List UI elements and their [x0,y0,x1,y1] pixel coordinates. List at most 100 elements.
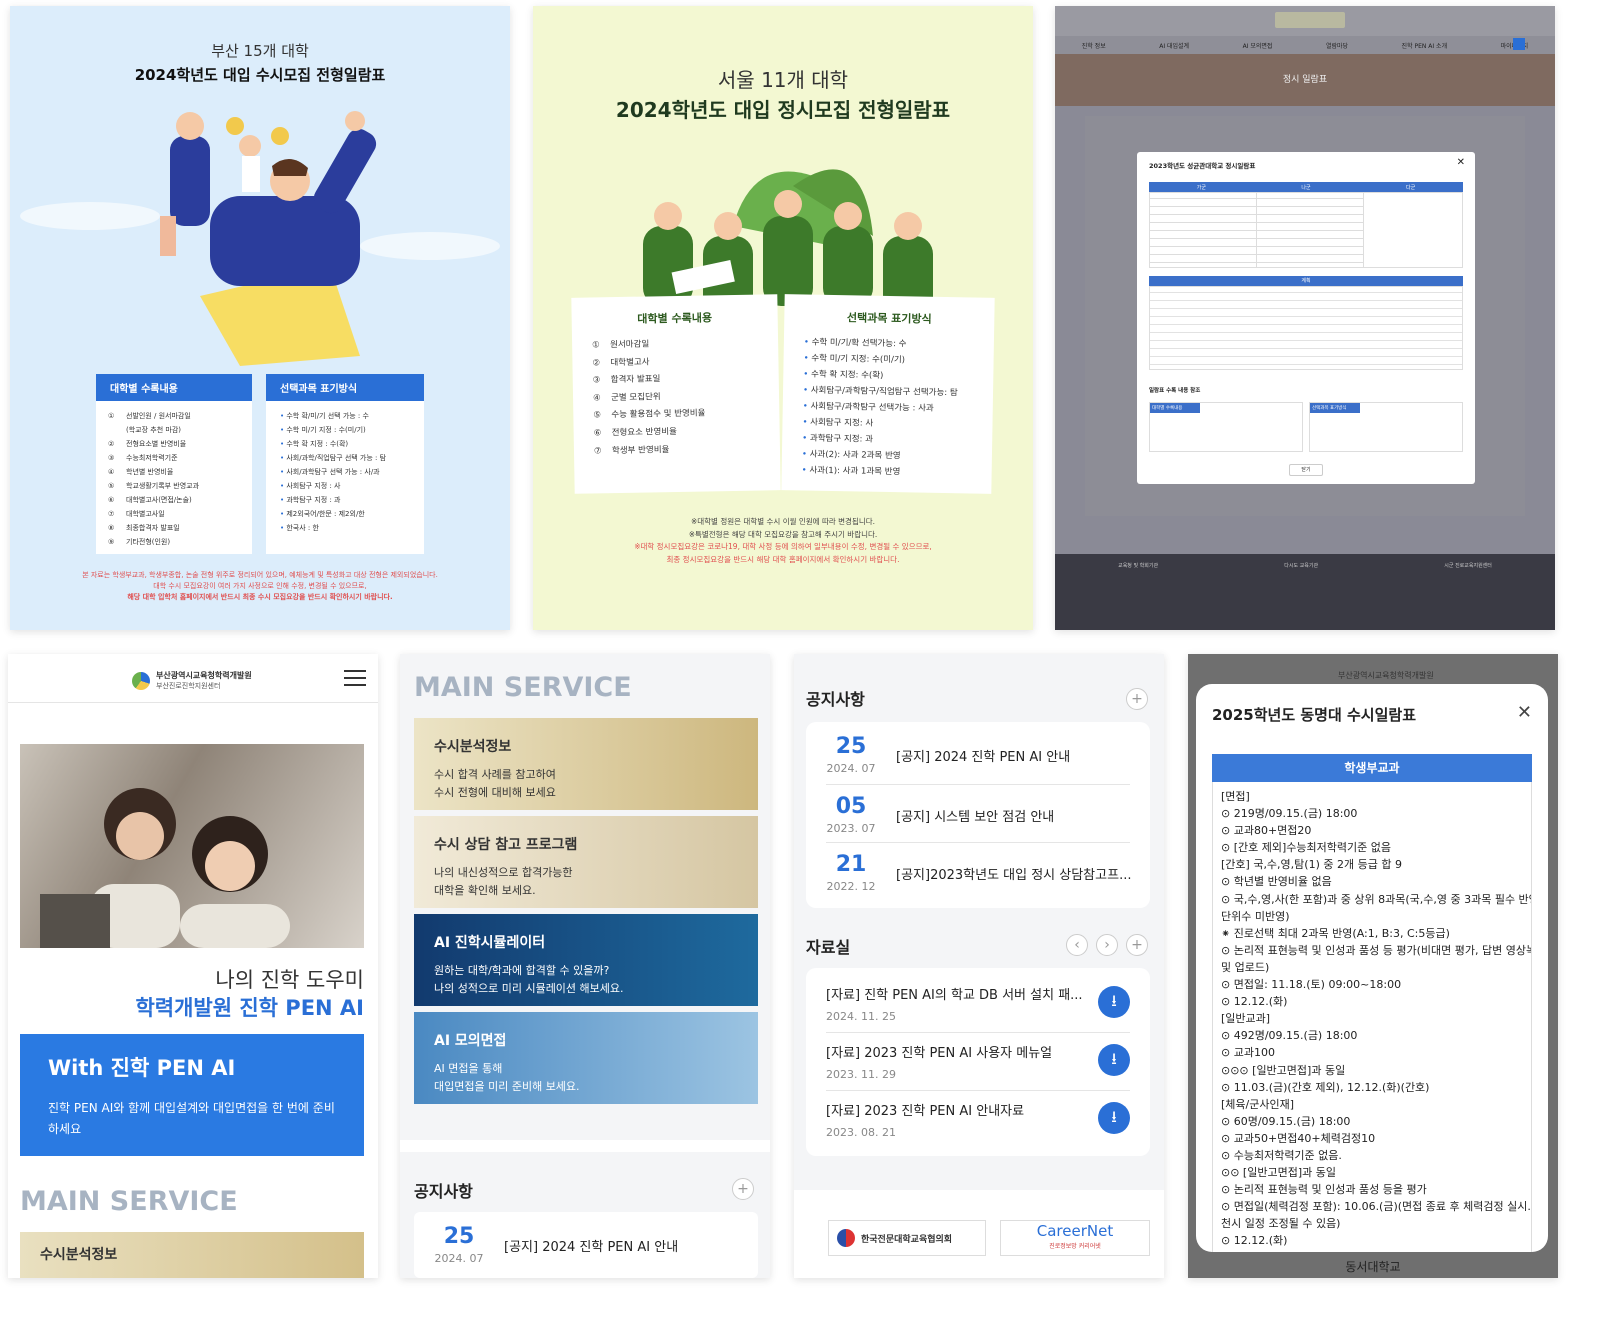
nav-item[interactable]: 진학 PEN AI 소개 [1402,41,1448,50]
popup-line: ⁕ 진로선택 최대 2과목 반영(A:1, B:3, C:5등급) [1221,926,1450,940]
popup-line: ⊙ 60명/09.15.(금) 18:00 [1221,1114,1351,1128]
notice-more-icon[interactable]: + [1126,688,1148,710]
prev-icon[interactable]: ‹ [1066,934,1088,956]
item-label: 학교생활기록부 반영교과 [126,482,200,490]
list-item: 제2외국어/한문 : 제2외/한 [280,507,410,521]
nav-item[interactable]: AI 대입설계 [1159,41,1189,50]
footer-link[interactable]: 다시도 교육기관 [1284,562,1318,569]
logo[interactable] [1275,12,1345,28]
popup-line: ⊙ 교과80+면접20 [1221,824,1312,838]
legend-head: 선택과목 표기방식 [1310,403,1360,413]
footer-link[interactable]: 교육청 및 학회기관 [1118,562,1158,569]
data-date: 2024. 11. 25 [826,1010,896,1023]
data-item[interactable]: [자료] 2023 진학 PEN AI 사용자 메뉴얼 2023. 11. 29… [806,1032,1150,1090]
menu-button[interactable] [1513,38,1525,50]
notice-day: 21 [835,852,867,877]
item-label: 기타전형(인원) [126,538,171,546]
notice-item[interactable]: 25 2024. 07 [공지] 2024 진학 PEN AI 안내 [806,726,1150,782]
service-card-ai-interview[interactable]: AI 모의면접 AI 면접을 통해 대입면접을 미리 준비해 보세요. [414,1012,758,1104]
notice-card: 25 2024. 07 [공지] 2024 진학 PEN AI 안내 05 20… [806,722,1150,908]
item-number: ① [108,412,115,420]
schedule-table [1149,192,1463,268]
download-icon[interactable]: ⭳ [1098,1044,1130,1076]
susi-popup: 2025학년도 동명대 수시일람표 ✕ 학생부교과 [면접] ⊙ 219명/09.… [1196,684,1548,1252]
legend-box-1: 대학별 수록내용 [1149,402,1303,452]
nav-item[interactable]: 열람마당 [1326,41,1348,50]
close-button[interactable]: 닫기 [1289,464,1323,476]
service-title: 수시분석정보 [40,1247,118,1263]
poster-title: 2024학년도 대입 정시모집 전형일람표 [615,98,951,122]
logo-subtext: 부산진로진학지원센터 [156,682,221,690]
kcce-logo-icon [837,1229,855,1247]
with-pen-ai-banner[interactable]: With 진학 PEN AI 진학 PEN AI와 함께 대입설계와 대입면접을… [20,1034,364,1156]
contents-list: ① 선발인원 / 원서마감일 (학교장 추천 마감) ② 전형요소별 반영비율 ③ 수능최저… [96,401,252,557]
notice-item[interactable]: 21 2022. 12 [공지]2023학년도 대입 정시 상담참고프... [806,844,1150,900]
data-title: [자료] 2023 진학 PEN AI 사용자 메뉴얼 [826,1046,1053,1061]
contents-list: ① 원서마감일 ② 대학별고사 ③ 합격자 발표일 ④ 군별 모집단위 ⑤ 수능 활용점수 및 반… [572,332,780,463]
popup-line: ⊙ 수능최저학력기준 없음. [1221,1148,1342,1162]
item-number: ④ [592,393,601,404]
list-item: ⑧ 최종합격자 발표일 [108,521,240,535]
list-item: ④ 학년별 반영비율 [108,465,240,479]
notice-month: 2024. 07 [826,762,876,775]
service-card-counsel-program[interactable]: 수시 상담 참고 프로그램 나의 내신성적으로 합격가능한 대학을 확인해 보세… [414,816,758,908]
data-item[interactable]: [자료] 진학 PEN AI의 학교 DB 서버 설치 패... 2024. 1… [806,974,1150,1032]
popup-line: ⊙ 학년별 반영비율 없음 [1221,875,1332,889]
note-line: 해당 대학 입학처 홈페이지에서 반드시 최종 수시 모집요강을 반드시 확인하… [127,593,393,601]
logo-behind: 부산광역시교육청학력개발원 [1338,671,1434,680]
data-item[interactable]: [자료] 2023 진학 PEN AI 안내자료 2023. 08. 21 ⭳ [806,1090,1150,1148]
nav-item[interactable]: 진학 정보 [1082,41,1106,50]
list-item: 사회/과학/직업탐구 선택 가능 : 탐 [280,451,410,465]
download-icon[interactable]: ⭳ [1098,1102,1130,1134]
group-header-row: 가군 나군 다군 [1149,182,1463,192]
data-more-icon[interactable]: + [1126,934,1148,956]
notice-more-icon[interactable]: + [732,1178,754,1200]
notice-title: [공지] 시스템 보안 점검 안내 [896,810,1055,825]
service-card-ai-simulator[interactable]: AI 진학시뮬레이터 원하는 대학/학과에 합격할 수 있을까? 나의 성적으로… [414,914,758,1006]
service-desc: 원하는 대학/학과에 합격할 수 있을까? [434,964,610,977]
legend-box-2: 선택과목 표기방식 [1309,402,1463,452]
service-desc: 나의 내신성적으로 합격가능한 [434,866,573,879]
list-item: ③ 수능최저학력기준 [108,451,240,465]
popup-line: [간호] 국,수,영,탐(1) 중 2개 등급 합 9 [1221,858,1402,872]
main-nav: 진학 정보AI 대입설계AI 모의면접열람마당진학 PEN AI 소개마이페이지 [1055,36,1555,54]
banner-title: With 진학 PEN AI [48,1056,236,1080]
close-icon[interactable]: ✕ [1457,157,1465,168]
popup-line: ⊙ 교과50+면접40+체력검정10 [1221,1131,1376,1145]
notice-day: 25 [443,1224,475,1249]
col-na [1257,193,1364,267]
service-list: 수시분석정보 수시 합격 사례를 참고하여 수시 전형에 대비해 보세요 수시 … [414,718,758,1108]
banner-desc: 진학 PEN AI와 함께 대입설계와 대입면접을 한 번에 준비하세요 [48,1101,335,1136]
item-label: 수능최저학력기준 [126,454,178,462]
footer-link[interactable]: 시군 진로교육지원센터 [1444,562,1492,569]
item-number: ⑥ [593,428,602,439]
notice-item[interactable]: 25 2024. 07 [공지] 2024 진학 PEN AI 안내 [414,1216,758,1272]
service-desc: 수시 전형에 대비해 보세요 [434,786,556,799]
notice-month: 2024. 07 [434,1252,484,1265]
box-heading: 선택과목 표기방식 [266,374,424,401]
partner-careernet[interactable]: CareerNet 진로정보망 커리어넷 [1000,1220,1150,1256]
menu-icon[interactable] [344,670,366,686]
list-item: 사과(1): 사과 1과목 반영 [802,463,972,482]
service-card-susi[interactable]: 수시분석정보 [20,1232,364,1278]
item-label: 학년별 반영비율 [126,468,174,476]
item-label: 학생부 반영비율 [611,444,670,456]
popup-line: ⊙ 12.12.(화) [1221,1234,1288,1248]
logo[interactable]: 부산광역시교육청학력개발원 부산진로진학지원센터 [132,670,252,691]
notice-title: [공지] 2024 진학 PEN AI 안내 [896,750,1071,765]
popup-title: 2025학년도 동명대 수시일람표 [1212,706,1416,724]
next-icon[interactable]: › [1096,934,1118,956]
plan-body [1149,286,1463,370]
service-card-susi-analysis[interactable]: 수시분석정보 수시 합격 사례를 참고하여 수시 전형에 대비해 보세요 [414,718,758,810]
service-desc: 나의 성적으로 미리 시뮬레이션 해보세요. [434,982,624,995]
close-icon[interactable]: ✕ [1517,702,1532,723]
behind-bottom: 동서대학교 [1345,1260,1401,1274]
susi-contents-box: 대학별 수록내용 ① 선발인원 / 원서마감일 (학교장 추천 마감) ② 전형요소별 … [96,374,252,554]
service-title: 수시 상담 참고 프로그램 [434,837,578,853]
partner-kcce[interactable]: 한국전문대학교육협의회 [828,1220,986,1256]
download-icon[interactable]: ⭳ [1098,986,1130,1018]
list-item: 한국사 : 한 [280,521,410,535]
nav-item[interactable]: AI 모의면접 [1243,41,1273,50]
notice-item[interactable]: 05 2023. 07 [공지] 시스템 보안 점검 안내 [806,786,1150,842]
partner-bar: 한국전문대학교육협의회 CareerNet 진로정보망 커리어넷 [794,1190,1164,1278]
